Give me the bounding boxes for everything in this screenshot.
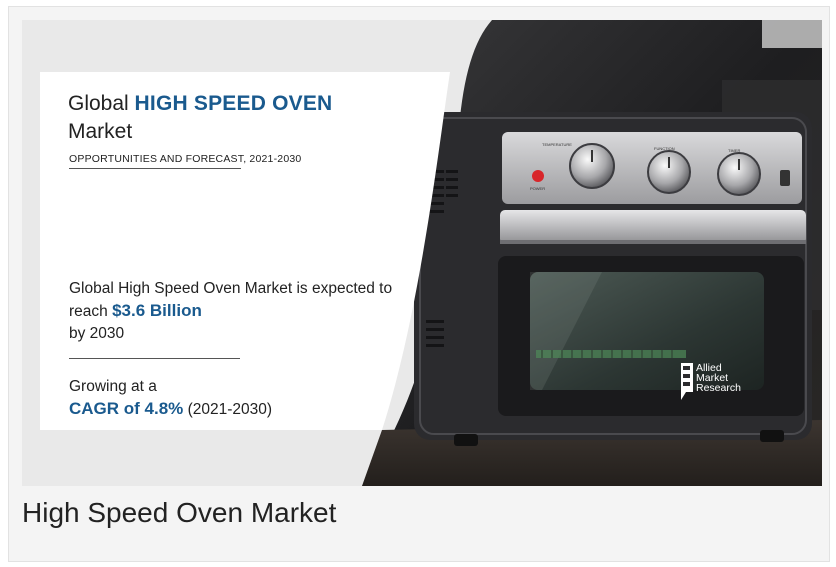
- cagr-period: (2021-2030): [187, 401, 273, 418]
- oven-label-function: FUNCTION: [654, 146, 675, 151]
- title-prefix: Global: [68, 92, 129, 115]
- oven-foot-right: [760, 430, 784, 442]
- oven-handle: [500, 210, 806, 244]
- divider-bottom: [69, 358, 240, 359]
- allied-market-research-logo: Allied Market Research: [680, 362, 760, 404]
- light-button: [780, 170, 790, 186]
- oven-rack: [536, 350, 686, 358]
- divider-top: [69, 168, 241, 169]
- infographic-title: Global HIGH SPEED OVEN: [68, 92, 332, 116]
- market-infographic: TEMPERATURE FUNCTION TIMER POWER Global …: [22, 20, 822, 486]
- logo-line-3: Research: [696, 382, 741, 394]
- oven-foot-left: [454, 434, 478, 446]
- forecast-text-part2: by 2030: [69, 325, 125, 342]
- cagr-value: CAGR of 4.8%: [69, 399, 184, 418]
- infographic-subtitle: OPPORTUNITIES AND FORECAST, 2021-2030: [69, 153, 302, 165]
- forecast-value: $3.6 Billion: [112, 301, 202, 320]
- title-highlight: HIGH SPEED OVEN: [134, 92, 333, 115]
- oven-label-power: POWER: [530, 186, 546, 191]
- text-panel: Global HIGH SPEED OVEN Market OPPORTUNIT…: [40, 72, 432, 430]
- image-caption: High Speed Oven Market: [22, 497, 337, 528]
- oven-label-temperature: TEMPERATURE: [542, 142, 572, 147]
- growth-prefix: Growing at a: [69, 378, 157, 395]
- wall-light: [762, 20, 822, 48]
- title-line-2: Market: [68, 120, 133, 143]
- market-forecast-text: Global High Speed Oven Market is expecte…: [69, 278, 399, 345]
- growth-text: Growing at a CAGR of 4.8% (2021-2030): [69, 376, 389, 421]
- oven-label-timer: TIMER: [728, 148, 741, 153]
- power-light: [532, 170, 544, 182]
